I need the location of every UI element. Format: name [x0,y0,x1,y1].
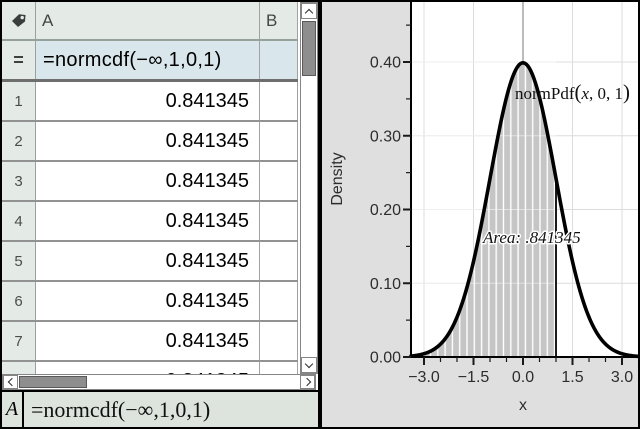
table-row: 6 0.841345 [2,282,298,322]
formula-row: = =normcdf(−∞,1,0,1) [2,41,298,82]
row-number[interactable]: 3 [2,162,36,200]
x-tick-label: 0.0 [512,369,534,386]
status-formula[interactable]: =normcdf(−∞,1,0,1) [24,392,210,427]
table-row: 1 0.841345 [2,82,298,122]
row-number[interactable]: 8 [2,362,36,374]
chevron-down-icon [305,360,313,368]
scroll-right-button[interactable] [300,375,315,389]
cell-value[interactable]: 0.841345 [36,362,260,374]
cell-value[interactable]: 0.841345 [36,162,260,200]
vertical-scrollbar[interactable] [300,2,318,374]
chevron-up-icon [305,8,313,16]
table-row: 5 0.841345 [2,242,298,282]
row-number[interactable]: 6 [2,282,36,320]
cell-value[interactable]: 0.841345 [36,82,260,120]
horizontal-scrollbar-thumb[interactable] [19,376,87,388]
spreadsheet-grid: A B = =normcdf(−∞,1,0,1) 1 0.841345 2 0.… [2,2,298,374]
cell-value[interactable]: 0.841345 [36,122,260,160]
row-number[interactable]: 1 [2,82,36,120]
curve-label[interactable]: normPdf(x, 0, 1) [515,80,630,104]
y-tick-label: 0.40 [370,55,401,72]
table-row: 4 0.841345 [2,202,298,242]
status-bar: A =normcdf(−∞,1,0,1) [2,390,318,427]
table-row: 3 0.841345 [2,162,298,202]
column-header-row: A B [2,2,298,41]
cell-value[interactable]: 0.841345 [36,202,260,240]
corner-cell[interactable] [2,2,36,39]
app-window: A B = =normcdf(−∞,1,0,1) 1 0.841345 2 0.… [0,0,640,429]
cell-b[interactable] [260,202,298,240]
scroll-down-button[interactable] [301,357,317,373]
formula-row-header: = [2,41,36,79]
y-tick-label: 0.20 [370,202,401,219]
x-tick-label: 3.0 [611,369,633,386]
horizontal-scrollbar[interactable] [2,374,316,390]
table-row: 8 0.841345 [2,362,298,374]
x-tick-label: 1.5 [561,369,583,386]
column-header-b[interactable]: B [260,2,298,39]
chevron-left-icon [8,378,16,386]
status-cell-ref: A [2,392,24,427]
cell-b[interactable] [260,122,298,160]
row-number[interactable]: 7 [2,322,36,360]
tag-icon [10,13,27,28]
cell-value[interactable]: 0.841345 [36,322,260,360]
y-tick-label: 0.30 [370,128,401,145]
cell-b[interactable] [260,362,298,374]
area-label[interactable]: Area: .841345 [482,228,581,247]
y-tick-label: 0.00 [370,350,401,367]
cell-value[interactable]: 0.841345 [36,242,260,280]
x-axis-label: x [519,397,527,414]
chevron-right-icon [302,378,310,386]
x-tick-label: −1.5 [458,369,490,386]
y-axis-label: Density [329,152,346,205]
scroll-left-button[interactable] [3,375,18,389]
x-tick-label: −3.0 [408,369,440,386]
spreadsheet-panel: A B = =normcdf(−∞,1,0,1) 1 0.841345 2 0.… [2,2,318,427]
formula-cell-b[interactable] [260,41,298,79]
plot-svg: 0.00 0.10 0.20 0.30 0.40 −3.0 −1.5 0.0 1.5 3.0 Den… [322,2,638,427]
row-number[interactable]: 4 [2,202,36,240]
column-header-a[interactable]: A [36,2,260,39]
scroll-up-button[interactable] [301,3,317,19]
y-tick-label: 0.10 [370,276,401,293]
equals-symbol: = [13,50,24,71]
row-number[interactable]: 2 [2,122,36,160]
cell-b[interactable] [260,162,298,200]
cell-b[interactable] [260,322,298,360]
formula-cell-a[interactable]: =normcdf(−∞,1,0,1) [36,41,260,79]
cell-b[interactable] [260,242,298,280]
cell-b[interactable] [260,82,298,120]
cell-value[interactable]: 0.841345 [36,282,260,320]
plot-panel: 0.00 0.10 0.20 0.30 0.40 −3.0 −1.5 0.0 1.5 3.0 Den… [322,2,638,427]
table-row: 2 0.841345 [2,122,298,162]
vertical-scrollbar-thumb[interactable] [302,21,316,76]
cell-b[interactable] [260,282,298,320]
table-row: 7 0.841345 [2,322,298,362]
row-number[interactable]: 5 [2,242,36,280]
